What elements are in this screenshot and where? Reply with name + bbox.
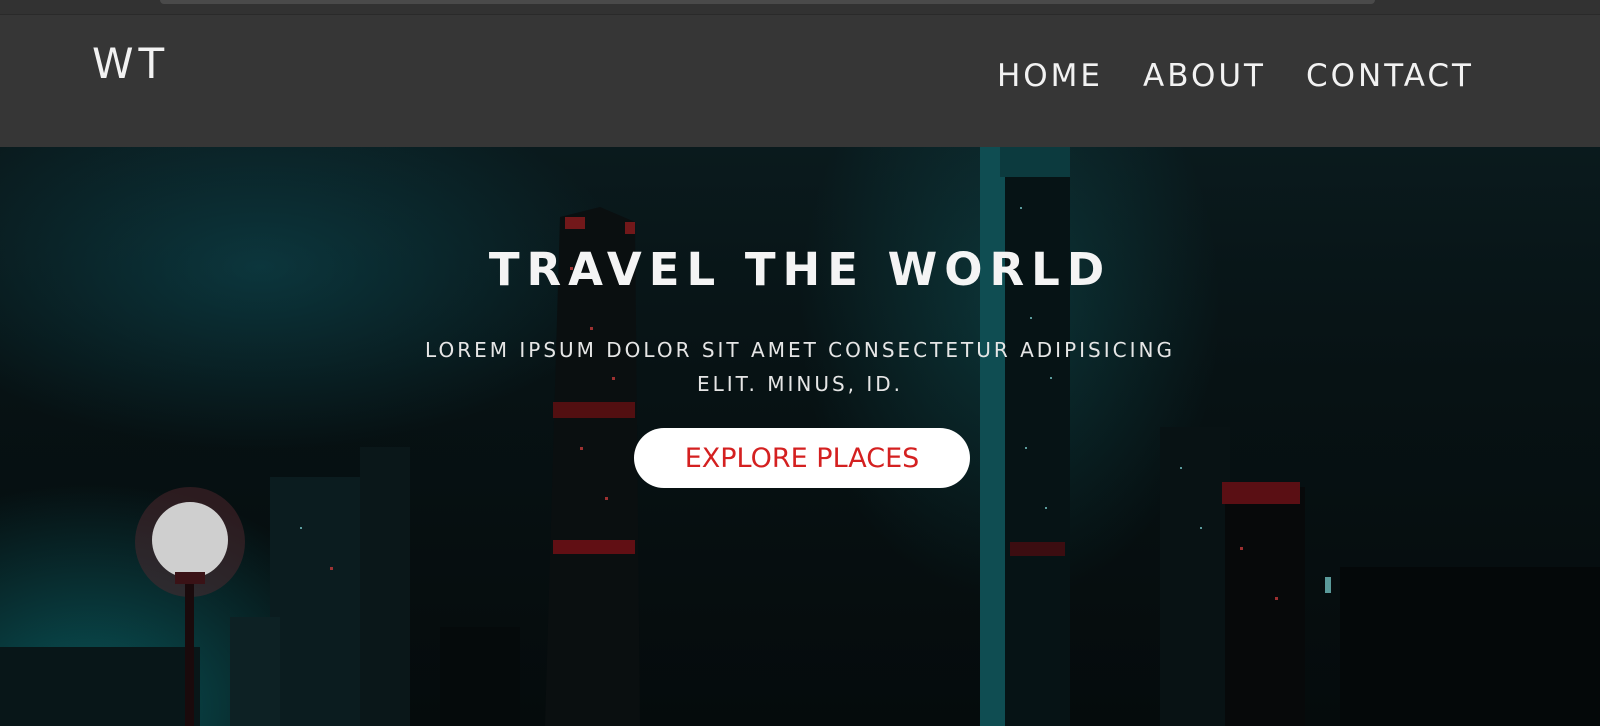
logo[interactable]: WT: [92, 39, 169, 88]
nav-links: HOME ABOUT CONTACT: [997, 58, 1474, 94]
explore-places-button[interactable]: EXPLORE PLACES: [634, 428, 970, 488]
nav-item-home[interactable]: HOME: [997, 58, 1103, 94]
navbar: WT HOME ABOUT CONTACT: [0, 15, 1600, 147]
hero-title: TRAVEL THE WORLD: [488, 243, 1112, 296]
nav-item-about[interactable]: ABOUT: [1143, 58, 1266, 94]
nav-item-contact[interactable]: CONTACT: [1306, 58, 1474, 94]
browser-top-strip: [0, 0, 1600, 15]
hero-subtitle: LOREM IPSUM DOLOR SIT AMET CONSECTETUR A…: [425, 338, 1175, 396]
horizontal-scrollbar[interactable]: [160, 0, 1375, 4]
hero-section: TRAVEL THE WORLD LOREM IPSUM DOLOR SIT A…: [0, 147, 1600, 726]
